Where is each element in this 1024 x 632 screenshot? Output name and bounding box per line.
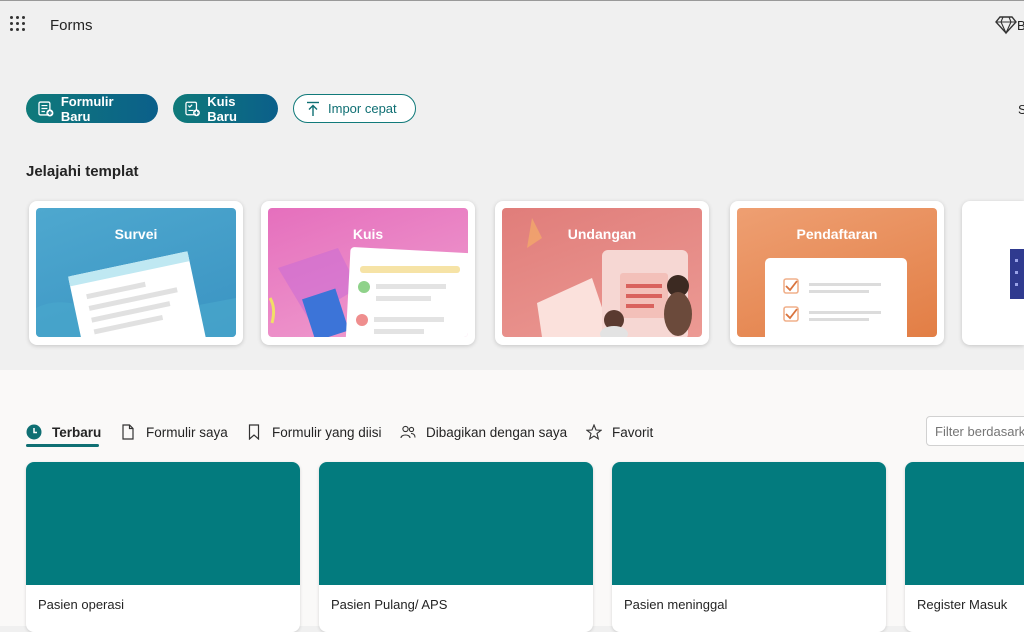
top-bar: Forms B: [0, 0, 1024, 48]
diamond-icon[interactable]: [995, 15, 1017, 35]
tab-filled-forms-label: Formulir yang diisi: [272, 424, 382, 440]
upload-icon: [307, 101, 319, 116]
form-card-title: Pasien meninggal: [624, 597, 728, 612]
templates-heading: Jelajahi templat: [26, 163, 139, 180]
tab-my-forms-label: Formulir saya: [146, 424, 228, 440]
new-quiz-button[interactable]: Kuis Baru: [173, 93, 278, 124]
form-card-header: [26, 462, 300, 585]
premium-label[interactable]: B: [1017, 18, 1024, 33]
tab-recent[interactable]: Terbaru: [26, 418, 102, 447]
template-label-invitation: Undangan: [567, 226, 637, 242]
form-card-header: [319, 462, 593, 585]
new-form-label: Formulir Baru: [60, 93, 114, 124]
new-quiz-icon: [185, 101, 200, 116]
form-card-title: Pasien Pulang/ APS: [331, 597, 448, 612]
form-card[interactable]: Pasien operasi: [26, 462, 300, 632]
template-card-quiz[interactable]: Kuis: [261, 201, 475, 345]
template-card-invitation[interactable]: Undangan: [495, 201, 709, 345]
template-card-more[interactable]: [962, 201, 1024, 345]
template-label-registration: Pendaftaran: [796, 226, 878, 242]
quick-import-button[interactable]: Impor cepat: [293, 94, 416, 123]
filter-input[interactable]: [927, 417, 1024, 445]
active-tab-indicator: [26, 444, 99, 447]
form-card[interactable]: Pasien Pulang/ APS: [319, 462, 593, 632]
template-card-survey[interactable]: Survei: [29, 201, 243, 345]
form-card-header: [612, 462, 886, 585]
template-card-registration[interactable]: Pendaftaran: [730, 201, 944, 345]
quick-import-label: Impor cepat: [328, 101, 397, 116]
right-edge-text[interactable]: S: [1018, 102, 1024, 117]
template-label-survey: Survei: [114, 226, 158, 242]
tab-favorites[interactable]: Favorit: [586, 418, 653, 446]
new-quiz-label: Kuis Baru: [207, 93, 237, 124]
star-icon: [586, 424, 602, 440]
invitation-illustration: Undangan: [502, 208, 702, 337]
tab-shared-label: Dibagikan dengan saya: [426, 424, 568, 440]
registration-illustration: Pendaftaran: [737, 208, 937, 337]
document-icon: [122, 424, 134, 440]
app-launcher-icon[interactable]: [10, 16, 26, 32]
tab-my-forms[interactable]: Formulir saya: [120, 418, 228, 446]
clock-icon: [26, 424, 42, 440]
app-title[interactable]: Forms: [50, 17, 93, 34]
action-bar: Formulir Baru Kuis Baru Impor cepat S: [0, 94, 1024, 124]
bookmark-icon: [248, 424, 260, 440]
quiz-illustration: Kuis: [268, 208, 468, 337]
more-template-art: [1010, 249, 1024, 299]
people-icon: [400, 425, 416, 439]
survey-illustration: Survei: [36, 208, 236, 337]
new-form-icon: [38, 100, 54, 117]
form-card-header: [905, 462, 1024, 585]
template-label-quiz: Kuis: [352, 226, 384, 242]
form-card-title: Pasien operasi: [38, 597, 124, 612]
form-card[interactable]: Register Masuk: [905, 462, 1024, 632]
form-card[interactable]: Pasien meninggal: [612, 462, 886, 632]
filter-box[interactable]: [926, 416, 1024, 446]
tab-shared-with-me[interactable]: Dibagikan dengan saya: [400, 418, 567, 446]
tab-recent-label: Terbaru: [52, 424, 102, 440]
new-form-button[interactable]: Formulir Baru: [26, 93, 158, 124]
form-card-title: Register Masuk: [917, 597, 1008, 612]
tab-filled-forms[interactable]: Formulir yang diisi: [246, 418, 382, 446]
tab-favorites-label: Favorit: [612, 424, 654, 440]
